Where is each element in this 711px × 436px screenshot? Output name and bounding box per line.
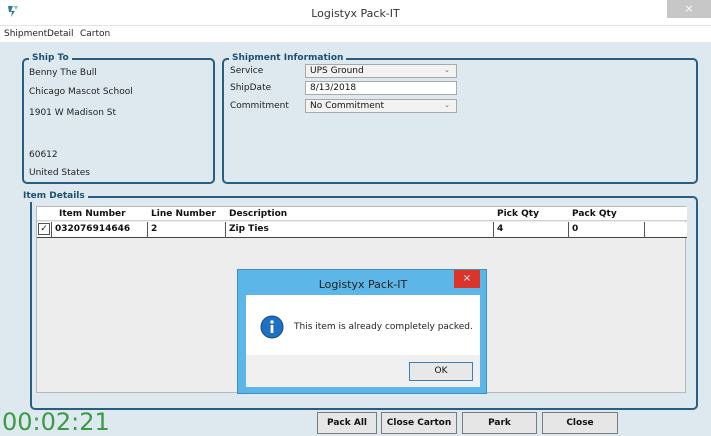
- ship-to-zip: 60612: [29, 150, 58, 160]
- shipment-info-group: Shipment Information Service UPS Ground …: [222, 52, 698, 184]
- pack-all-button[interactable]: Pack All: [317, 412, 377, 434]
- cell-item-number: 032076914646: [51, 222, 147, 238]
- menu-shipment[interactable]: Shipment: [4, 29, 47, 39]
- service-dropdown[interactable]: UPS Ground ⌄: [305, 64, 457, 78]
- ship-to-title: Ship To: [29, 52, 72, 64]
- dialog-close-button[interactable]: ×: [454, 270, 480, 288]
- chevron-down-icon: ⌄: [444, 66, 450, 74]
- cell-pack-qty: 0: [568, 222, 644, 238]
- chevron-down-icon: ⌄: [444, 101, 450, 109]
- menu-carton[interactable]: Carton: [80, 29, 110, 39]
- item-details-title: Item Details: [20, 190, 88, 202]
- window-close-button[interactable]: ×: [667, 0, 711, 18]
- col-description[interactable]: Description: [229, 209, 287, 219]
- shipdate-input[interactable]: 8/13/2018: [305, 81, 457, 95]
- col-pack-qty[interactable]: Pack Qty: [572, 209, 617, 219]
- col-item-number[interactable]: Item Number: [59, 209, 126, 219]
- table-row[interactable]: ✓ 032076914646 2 Zip Ties 4 0: [37, 222, 687, 238]
- service-value: UPS Ground: [310, 66, 364, 76]
- row-checkbox[interactable]: ✓: [38, 223, 50, 235]
- shipdate-value: 8/13/2018: [310, 83, 357, 93]
- cell-pick-qty: 4: [493, 222, 568, 238]
- service-label: Service: [230, 66, 264, 76]
- shipment-info-title: Shipment Information: [229, 52, 347, 64]
- dialog-message: This item is already completely packed.: [294, 322, 473, 332]
- park-shipment-button[interactable]: Park Shipment: [462, 412, 537, 434]
- ok-button[interactable]: OK: [409, 362, 473, 381]
- info-dialog: Logistyx Pack-IT × This item is already …: [237, 269, 487, 394]
- ship-to-address: 1901 W Madison St: [29, 108, 117, 118]
- title-bar: Logistyx Pack-IT ×: [0, 0, 711, 26]
- ship-to-name: Benny The Bull: [29, 68, 97, 78]
- menu-bar: Shipment Detail Carton: [0, 26, 711, 42]
- info-icon: [260, 315, 284, 339]
- commitment-dropdown[interactable]: No Commitment ⌄: [305, 99, 457, 113]
- shipdate-label: ShipDate: [230, 83, 272, 93]
- close-shipment-button[interactable]: Close Shipment: [542, 412, 618, 434]
- cell-empty: [644, 222, 687, 238]
- commitment-value: No Commitment: [310, 101, 384, 111]
- cell-line-number: 2: [147, 222, 225, 238]
- col-pick-qty[interactable]: Pick Qty: [497, 209, 539, 219]
- cell-description: Zip Ties: [225, 222, 493, 238]
- elapsed-timer: 00:02:21: [2, 408, 110, 436]
- commitment-label: Commitment: [230, 101, 289, 111]
- col-line-number[interactable]: Line Number: [151, 209, 216, 219]
- dialog-body: This item is already completely packed.: [246, 295, 480, 355]
- window-title: Logistyx Pack-IT: [311, 7, 400, 20]
- ship-to-country: United States: [29, 168, 90, 178]
- grid-header: Item Number Line Number Description Pick…: [37, 207, 687, 221]
- ship-to-company: Chicago Mascot School: [29, 87, 133, 97]
- dialog-title: Logistyx Pack-IT: [318, 278, 408, 291]
- close-carton-button[interactable]: Close Carton: [381, 412, 457, 434]
- ship-to-group: Ship To Benny The Bull Chicago Mascot Sc…: [22, 52, 215, 184]
- menu-detail[interactable]: Detail: [47, 29, 74, 39]
- dialog-footer: OK: [246, 355, 480, 387]
